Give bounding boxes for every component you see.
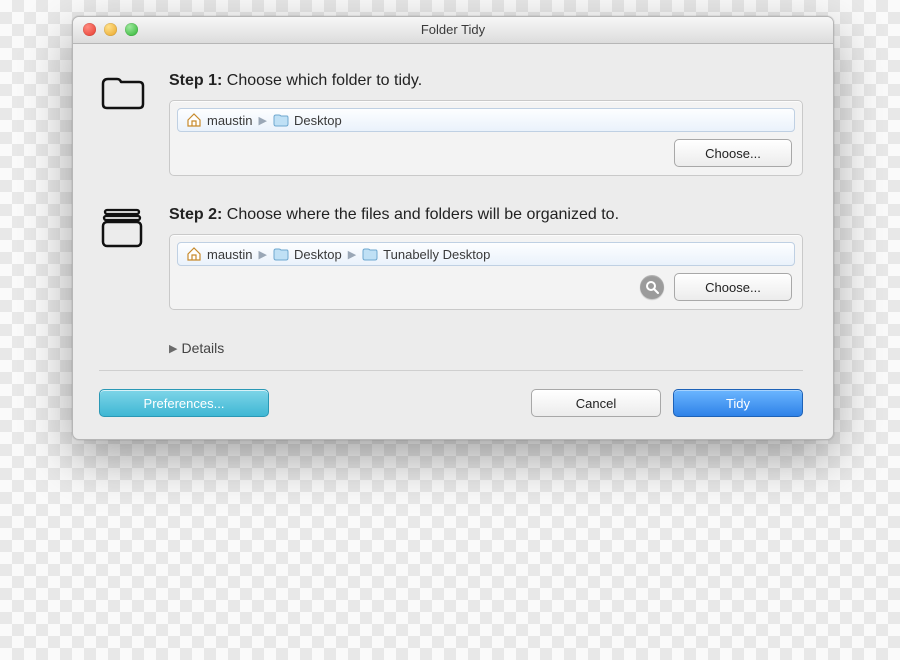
folder-small-icon [362,247,378,261]
cancel-button[interactable]: Cancel [531,389,661,417]
folder-icon [99,72,147,176]
titlebar: Folder Tidy [73,17,833,44]
reveal-in-finder-button[interactable] [640,275,664,299]
step-1-label-rest: Choose which folder to tidy. [222,72,422,89]
app-window: Folder Tidy Step 1: Choose which folder … [72,16,834,440]
path-seg: maustin [207,247,253,262]
details-label: Details [181,340,224,356]
minimize-icon[interactable] [104,23,117,36]
details-disclosure[interactable]: ▶ Details [169,340,803,356]
step-1-path[interactable]: maustin ▶ Desktop [177,108,795,132]
home-icon [186,246,202,262]
step-2: Step 2: Choose where the files and folde… [99,206,803,310]
disclosure-triangle-icon: ▶ [169,342,177,355]
path-seg: Desktop [294,113,342,128]
step-2-title: Step 2: Choose where the files and folde… [169,206,803,224]
choose-source-button[interactable]: Choose... [674,139,792,167]
footer: Preferences... Cancel Tidy [99,389,803,417]
folder-small-icon [273,113,289,127]
step-2-label-bold: Step 2: [169,206,222,223]
folder-small-icon [273,247,289,261]
chevron-right-icon: ▶ [348,248,356,261]
window-body: Step 1: Choose which folder to tidy. mau… [73,44,833,439]
window-title: Folder Tidy [421,22,485,37]
divider [99,370,803,371]
step-1: Step 1: Choose which folder to tidy. mau… [99,72,803,176]
choose-dest-button[interactable]: Choose... [674,273,792,301]
home-icon [186,112,202,128]
folder-stack-icon [99,206,147,310]
magnify-icon [645,280,659,294]
tidy-button[interactable]: Tidy [673,389,803,417]
step-2-label-rest: Choose where the files and folders will … [222,206,619,223]
chevron-right-icon: ▶ [259,114,267,127]
path-seg: Tunabelly Desktop [383,247,490,262]
step-1-title: Step 1: Choose which folder to tidy. [169,72,803,90]
preferences-button[interactable]: Preferences... [99,389,269,417]
step-2-path[interactable]: maustin ▶ Desktop ▶ Tunabelly Desktop [177,242,795,266]
close-icon[interactable] [83,23,96,36]
step-1-label-bold: Step 1: [169,72,222,89]
path-seg: maustin [207,113,253,128]
path-seg: Desktop [294,247,342,262]
zoom-icon[interactable] [125,23,138,36]
chevron-right-icon: ▶ [259,248,267,261]
step-1-well: maustin ▶ Desktop Choose... [169,100,803,176]
window-controls [83,23,138,36]
step-2-well: maustin ▶ Desktop ▶ Tunabelly Desktop [169,234,803,310]
